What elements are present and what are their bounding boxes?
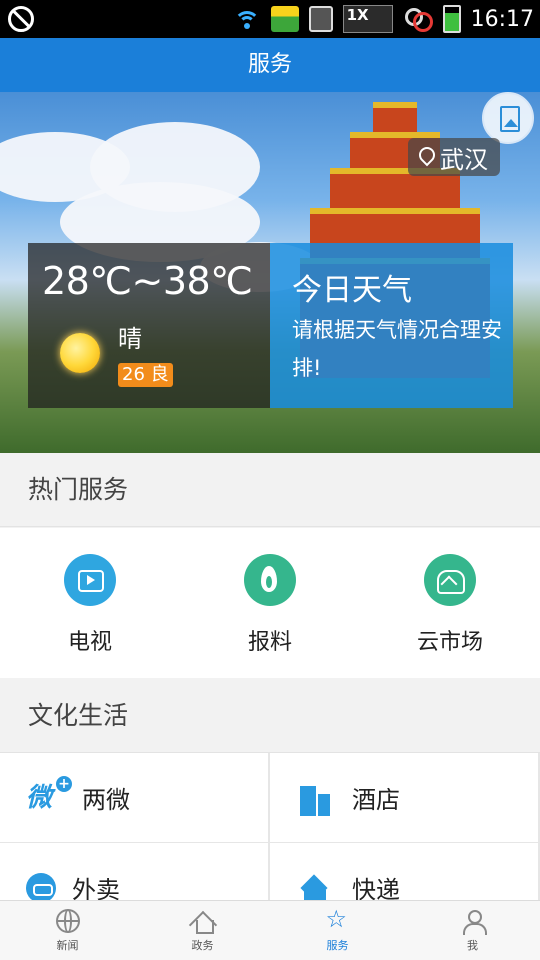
service-cloud-market[interactable]: 云市场 <box>360 528 540 678</box>
weather-tip-panel[interactable]: 今日天气 请根据天气情况合理安排! <box>270 243 513 408</box>
nav-label: 新闻 <box>56 939 79 952</box>
life-item-label: 外卖 <box>72 876 120 903</box>
status-bar: 1X 16:17 <box>0 0 540 38</box>
hotel-icon <box>296 780 336 816</box>
battery-level-fill <box>444 13 459 31</box>
status-time: 16:17 <box>470 6 534 32</box>
bottom-nav: 新闻 政务 服务 我 <box>0 900 540 960</box>
page-title: 服务 <box>0 38 540 92</box>
parcel-box-icon <box>296 870 336 904</box>
wifi-icon <box>233 7 261 31</box>
cloud-market-icon <box>424 554 476 606</box>
photo-button[interactable] <box>482 92 534 144</box>
sd-card-icon <box>308 6 333 32</box>
flame-icon <box>244 554 296 606</box>
life-item-takeout[interactable]: 外卖 <box>0 843 268 903</box>
battery-icon <box>442 5 461 33</box>
service-report[interactable]: 报料 <box>180 528 360 678</box>
culture-life-grid: 微 两微 酒店 外卖 快递 <box>0 753 540 903</box>
air-quality-badge: 26 良 <box>118 363 173 387</box>
nav-label: 我 <box>467 939 478 952</box>
nav-me[interactable]: 我 <box>405 901 540 960</box>
service-label: 报料 <box>247 630 292 655</box>
nav-label: 服务 <box>326 939 349 952</box>
photo-frame-icon <box>500 106 520 132</box>
weather-condition: 晴 <box>118 325 142 353</box>
home-icon <box>191 909 215 934</box>
speed-badge: 1X <box>342 5 393 33</box>
service-label: 云市场 <box>416 630 483 655</box>
service-label: 电视 <box>67 630 112 655</box>
culture-life-title: 文化生活 <box>0 679 540 753</box>
weibo-wechat-icon: 微 <box>26 775 72 816</box>
location-name: 武汉 <box>440 145 488 174</box>
hot-services-grid: 电视 报料 云市场 <box>0 528 540 678</box>
key-blocked-icon <box>403 6 433 32</box>
location-pin-icon <box>418 147 434 167</box>
nav-services[interactable]: 服务 <box>270 901 405 960</box>
notification-off-icon <box>8 6 34 32</box>
nav-government[interactable]: 政务 <box>135 901 270 960</box>
life-item-label: 酒店 <box>352 786 400 814</box>
star-service-icon <box>326 905 350 933</box>
delivery-scooter-icon <box>26 872 56 903</box>
gallery-icon <box>270 6 299 32</box>
weather-summary-panel[interactable]: 28℃~38℃ 晴 26 良 <box>28 243 270 408</box>
life-item-label: 两微 <box>82 786 130 814</box>
weather-hero: 武汉 28℃~38℃ 晴 26 良 今日天气 请根据天气情况合理安排! <box>0 92 540 453</box>
life-item-label: 快递 <box>352 876 400 903</box>
sunny-icon <box>60 333 100 373</box>
user-icon <box>461 909 487 935</box>
life-item-weibo-wechat[interactable]: 微 两微 <box>0 753 268 842</box>
life-item-express[interactable]: 快递 <box>270 843 538 903</box>
status-icons: 1X 16:17 <box>233 4 534 34</box>
nav-news[interactable]: 新闻 <box>0 901 135 960</box>
weather-tip-text: 请根据天气情况合理安排! <box>292 318 502 380</box>
location-chip[interactable]: 武汉 <box>408 138 500 176</box>
weather-tip-title: 今日天气 <box>292 273 412 308</box>
tv-icon <box>64 554 116 606</box>
globe-icon <box>55 909 80 933</box>
temperature-range: 28℃~38℃ <box>42 259 253 303</box>
hot-services-title: 热门服务 <box>0 453 540 527</box>
service-tv[interactable]: 电视 <box>0 528 180 678</box>
life-item-hotel[interactable]: 酒店 <box>270 753 538 842</box>
